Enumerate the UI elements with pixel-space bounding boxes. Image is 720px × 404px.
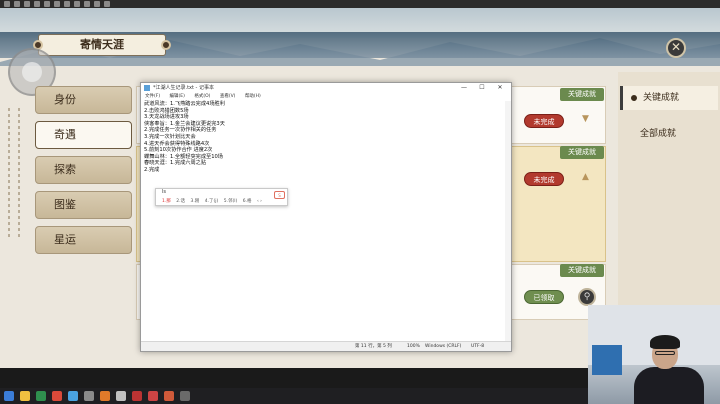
status-bar: 第 11 行，第 5 列 100% Windows (CRLF) UTF-8 [141, 341, 511, 351]
chevron-down-icon[interactable]: ▼ [582, 114, 589, 124]
close-icon: ✕ [670, 40, 682, 54]
notepad-titlebar[interactable]: *江湖人生记录.txt - 记事本 [141, 83, 511, 93]
bullet-icon [631, 95, 637, 101]
ime-candidate[interactable]: 1.那 [162, 199, 171, 204]
webcam-person [634, 367, 704, 404]
key-achievement-badge: 关键成就 [560, 88, 604, 101]
side-tab-codex[interactable]: 图鉴 [35, 191, 132, 219]
ime-composition: ls [162, 189, 166, 195]
taskbar [0, 388, 588, 404]
app-icon[interactable] [180, 391, 190, 401]
text-line: 5.前刻10次协作合作 进度2次 [144, 147, 213, 154]
text-line: 3.天龙战场进攻3场 [144, 114, 189, 121]
line-ending: Windows (CRLF) [425, 344, 462, 349]
joystick-knob[interactable] [22, 62, 42, 82]
app-icon[interactable] [132, 391, 142, 401]
maximize-button[interactable]: ☐ [475, 83, 489, 93]
close-button[interactable]: ✕ [493, 83, 507, 93]
ime-candidate[interactable]: 6.格 [243, 199, 252, 204]
cursor-position: 第 11 行，第 5 列 [355, 344, 392, 349]
window-title: *江湖人生记录.txt - 记事本 [153, 85, 214, 91]
status-badge: 未完成 [524, 172, 564, 186]
notepad-window[interactable]: *江湖人生记录.txt - 记事本 — ☐ ✕ 文件(F) 编辑(E) 格式(O… [140, 82, 512, 352]
browser-icon[interactable] [68, 391, 78, 401]
menu-format[interactable]: 格式(O) [194, 93, 210, 101]
app-icon[interactable] [164, 391, 174, 401]
text-line: 春晓天涯：1.完成六周之贴 [144, 160, 207, 167]
home-icon[interactable] [24, 1, 30, 7]
os-top-bar [0, 0, 720, 8]
menu-edit[interactable]: 编辑(E) [170, 93, 185, 101]
tab-key-achievements[interactable]: 关键成就 [620, 86, 718, 110]
search-icon[interactable]: ⚲ [578, 288, 596, 306]
tab-label: 全部成就 [640, 129, 677, 139]
menu-file[interactable]: 文件(F) [145, 93, 160, 101]
folder-icon[interactable] [20, 391, 30, 401]
webcam-person [655, 351, 675, 355]
app-icon[interactable] [116, 391, 126, 401]
text-line: 2.击败鸿猎团数5场 [144, 107, 189, 114]
app-icon[interactable] [84, 391, 94, 401]
side-tab-encounter[interactable]: 奇遇 [35, 121, 132, 149]
app-icon[interactable] [34, 1, 40, 7]
status-badge: 未完成 [524, 114, 564, 128]
webcam-person [650, 335, 680, 349]
app-icon[interactable] [54, 1, 60, 7]
menu-help[interactable]: 帮助(H) [245, 93, 261, 101]
app-icon[interactable] [64, 1, 70, 7]
vertical-scrollbar[interactable] [505, 101, 511, 341]
ime-candidate[interactable]: 5.邻(l) [224, 199, 238, 204]
key-achievement-badge: 关键成就 [560, 264, 604, 277]
decor-divider [8, 108, 10, 238]
side-tab-fortune[interactable]: 星运 [35, 226, 132, 254]
start-icon[interactable] [4, 391, 14, 401]
page-title: 寄情天涯 [33, 34, 171, 56]
ime-candidate[interactable]: 2.话 [176, 199, 185, 204]
app-icon[interactable] [44, 1, 50, 7]
page-title-text: 寄情天涯 [80, 38, 124, 51]
app-icon[interactable] [52, 391, 62, 401]
ime-candidate-list: 1.那 2.话 3.刚 4.了(j) 5.邻(l) 6.格 ‹ › [162, 198, 266, 204]
text-line: 2.完成 [144, 166, 160, 173]
app-icon[interactable] [4, 1, 10, 7]
tab-all-achievements[interactable]: 全部成就 [620, 122, 718, 146]
app-icon[interactable] [100, 391, 110, 401]
text-editor[interactable]: 武道风流：1.飞燕踏云完成4场胜利 2.击败鸿猎团数5场 3.天龙战场进攻3场 … [144, 101, 506, 339]
ime-logo-icon: S [274, 191, 285, 199]
webcam-background [592, 345, 622, 375]
ime-candidate[interactable]: 3.刚 [190, 199, 199, 204]
search-icon[interactable] [84, 1, 90, 7]
claimed-badge[interactable]: 已领取 [524, 290, 564, 304]
encoding: UTF-8 [471, 344, 485, 349]
app-icon[interactable] [148, 391, 158, 401]
tab-label: 关键成就 [643, 93, 680, 103]
app-icon[interactable] [74, 1, 80, 7]
notepad-icon [144, 85, 150, 91]
text-line: 武道风流：1.飞燕踏云完成4场胜利 [144, 101, 225, 107]
ime-candidate[interactable]: 4.了(j) [205, 199, 219, 204]
side-tab-identity[interactable]: 身份 [35, 86, 132, 114]
side-tab-explore[interactable]: 探索 [35, 156, 132, 184]
menu-view[interactable]: 查看(V) [220, 93, 236, 101]
scroll-knob-icon [161, 40, 171, 50]
chevron-up-icon[interactable]: ▲ [582, 172, 589, 182]
close-button[interactable]: ✕ [666, 38, 686, 58]
app-icon[interactable] [14, 1, 20, 7]
app-icon[interactable] [36, 391, 46, 401]
ime-page-nav[interactable]: ‹ › [257, 199, 262, 204]
minimize-button[interactable]: — [457, 83, 471, 93]
ime-candidate-popup[interactable]: ls 1.那 2.话 3.刚 4.了(j) 5.邻(l) 6.格 ‹ › S [155, 188, 288, 206]
decor-divider [18, 108, 20, 238]
text-line: 2.完成任务一次协作相关的任务 [144, 127, 217, 134]
menu-bar: 文件(F) 编辑(E) 格式(O) 查看(V) 帮助(H) [141, 93, 511, 101]
webcam-overlay [588, 305, 720, 404]
screen: 寄情天涯 ✕ 身份 奇遇 探索 图鉴 星运 关键成就 未完成 ▼ 关键成就 未完… [0, 0, 720, 404]
app-icon[interactable] [104, 1, 110, 7]
zoom-level: 100% [407, 344, 420, 349]
key-achievement-badge: 关键成就 [560, 146, 604, 159]
app-icon[interactable] [94, 1, 100, 7]
text-line: 3.完成一次针划比天会 [144, 133, 196, 140]
